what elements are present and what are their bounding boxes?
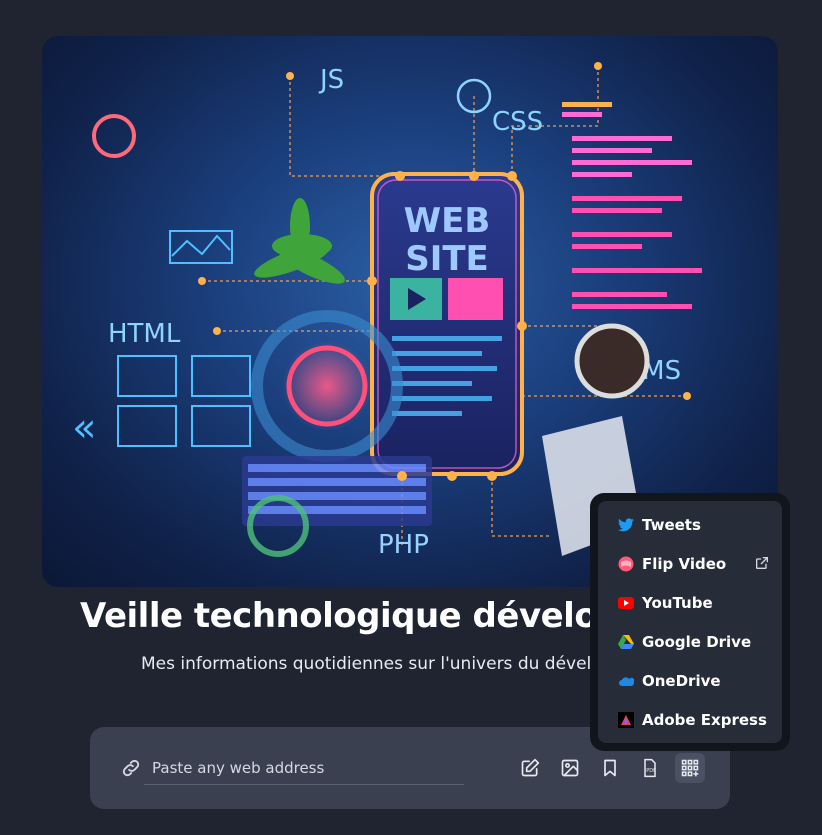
menu-item-youtube[interactable]: YouTube xyxy=(598,583,782,622)
menu-item-adobe-express[interactable]: Adobe Express xyxy=(598,700,782,739)
bookmark-icon[interactable] xyxy=(595,753,625,783)
menu-item-label: OneDrive xyxy=(642,671,721,690)
svg-text:PHP: PHP xyxy=(378,530,429,560)
menu-item-label: Flip Video xyxy=(642,554,727,573)
menu-item-google-drive[interactable]: Google Drive xyxy=(598,622,782,661)
svg-text:CSS: CSS xyxy=(492,107,543,137)
image-icon[interactable] xyxy=(555,753,585,783)
edit-icon[interactable] xyxy=(515,753,545,783)
js-label: JS xyxy=(318,65,344,95)
svg-text:SITE: SITE xyxy=(405,239,489,279)
pdf-icon[interactable]: PDF xyxy=(635,753,665,783)
url-input[interactable] xyxy=(144,751,464,785)
svg-text:WEB: WEB xyxy=(404,201,491,241)
svg-text:HTML: HTML xyxy=(108,319,181,349)
menu-item-label: Google Drive xyxy=(642,632,752,651)
link-icon xyxy=(120,757,142,779)
apps-menu: Tweets Flip Video YouTube Google Drive O… xyxy=(590,493,790,751)
onedrive-icon xyxy=(618,673,634,689)
adobe-express-icon xyxy=(618,711,634,728)
svg-text:PDF: PDF xyxy=(646,768,656,774)
apps-grid-icon[interactable] xyxy=(675,753,705,783)
menu-item-flip-video[interactable]: Flip Video xyxy=(598,544,782,583)
external-link-icon[interactable] xyxy=(754,555,770,571)
twitter-icon xyxy=(618,517,634,533)
youtube-icon xyxy=(618,595,634,611)
svg-text:«: « xyxy=(72,405,96,451)
google-drive-icon xyxy=(618,634,634,650)
menu-item-label: Tweets xyxy=(642,515,701,534)
flip-video-icon xyxy=(618,556,634,572)
menu-item-tweets[interactable]: Tweets xyxy=(598,505,782,544)
menu-item-label: Adobe Express xyxy=(642,710,767,729)
menu-item-label: YouTube xyxy=(642,593,713,612)
menu-item-onedrive[interactable]: OneDrive xyxy=(598,661,782,700)
